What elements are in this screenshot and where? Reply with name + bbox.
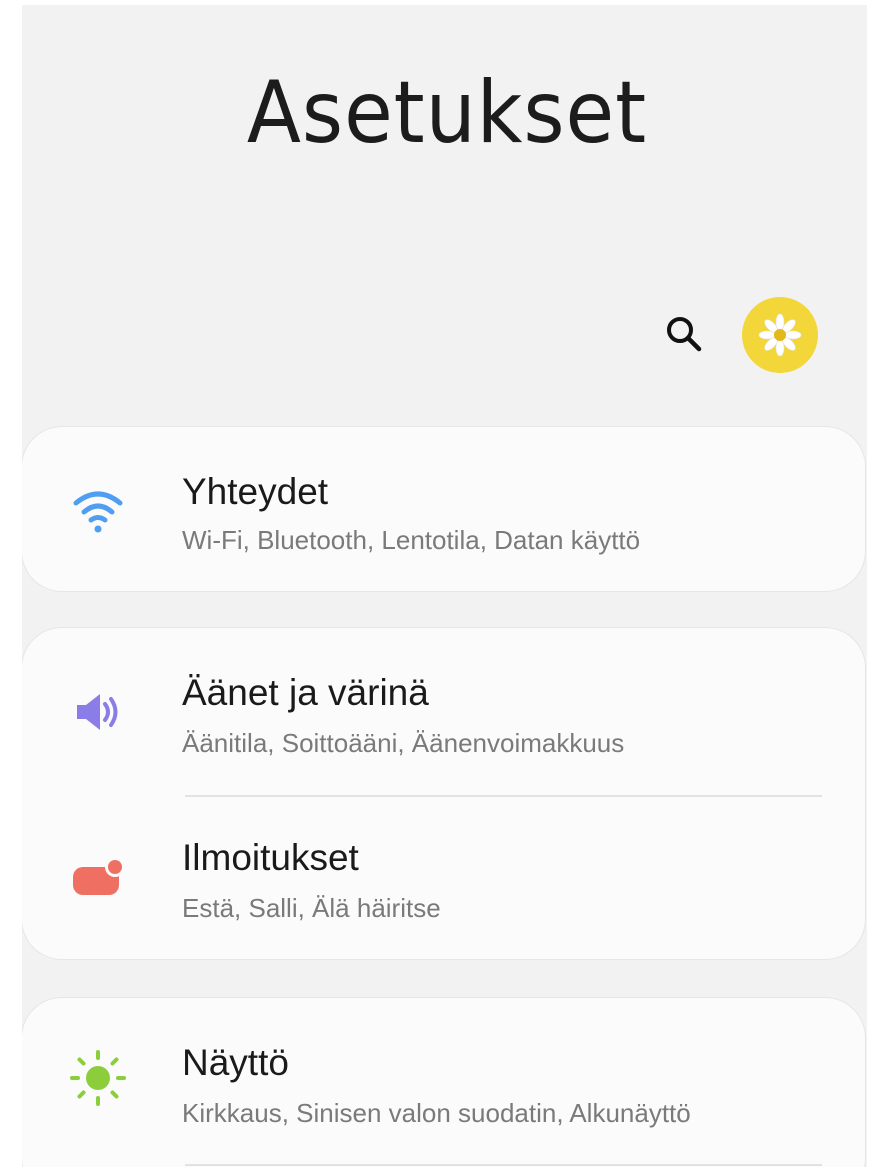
settings-item-sounds[interactable]: Äänet ja värinä Äänitila, Soittoääni, Ää… <box>22 628 865 796</box>
settings-card-display: Näyttö Kirkkaus, Sinisen valon suodatin,… <box>22 998 865 1167</box>
settings-item-title: Äänet ja värinä <box>182 672 429 713</box>
item-divider <box>185 1164 822 1166</box>
settings-item-connections[interactable]: Yhteydet Wi-Fi, Bluetooth, Lentotila, Da… <box>22 427 865 591</box>
page-title: Asetukset <box>246 63 648 163</box>
sound-icon <box>66 680 130 744</box>
settings-card-sound-notifications: Äänet ja värinä Äänitila, Soittoääni, Ää… <box>22 628 865 959</box>
settings-item-subtitle: Wi-Fi, Bluetooth, Lentotila, Datan käytt… <box>182 525 641 555</box>
settings-item-title: Ilmoitukset <box>182 837 359 878</box>
search-icon <box>667 317 702 352</box>
settings-item-title: Yhteydet <box>182 471 329 512</box>
daisy-profile-icon <box>758 313 802 357</box>
wifi-icon <box>66 479 130 543</box>
settings-item-subtitle: Estä, Salli, Älä häiritse <box>182 893 441 923</box>
settings-item-subtitle: Äänitila, Soittoääni, Äänenvoimakkuus <box>182 728 625 758</box>
notification-icon <box>66 845 130 909</box>
settings-card-connections: Yhteydet Wi-Fi, Bluetooth, Lentotila, Da… <box>22 427 865 591</box>
settings-screen: Asetukset Yhteydet Wi-Fi, Bluetooth, Len… <box>22 5 867 1167</box>
profile-avatar[interactable] <box>742 297 818 373</box>
settings-item-notifications[interactable]: Ilmoitukset Estä, Salli, Älä häiritse <box>22 797 865 959</box>
display-brightness-icon <box>66 1046 130 1110</box>
settings-item-display[interactable]: Näyttö Kirkkaus, Sinisen valon suodatin,… <box>22 998 865 1162</box>
settings-item-title: Näyttö <box>182 1042 289 1083</box>
search-button[interactable] <box>660 310 708 358</box>
settings-item-subtitle: Kirkkaus, Sinisen valon suodatin, Alkunä… <box>182 1098 691 1128</box>
